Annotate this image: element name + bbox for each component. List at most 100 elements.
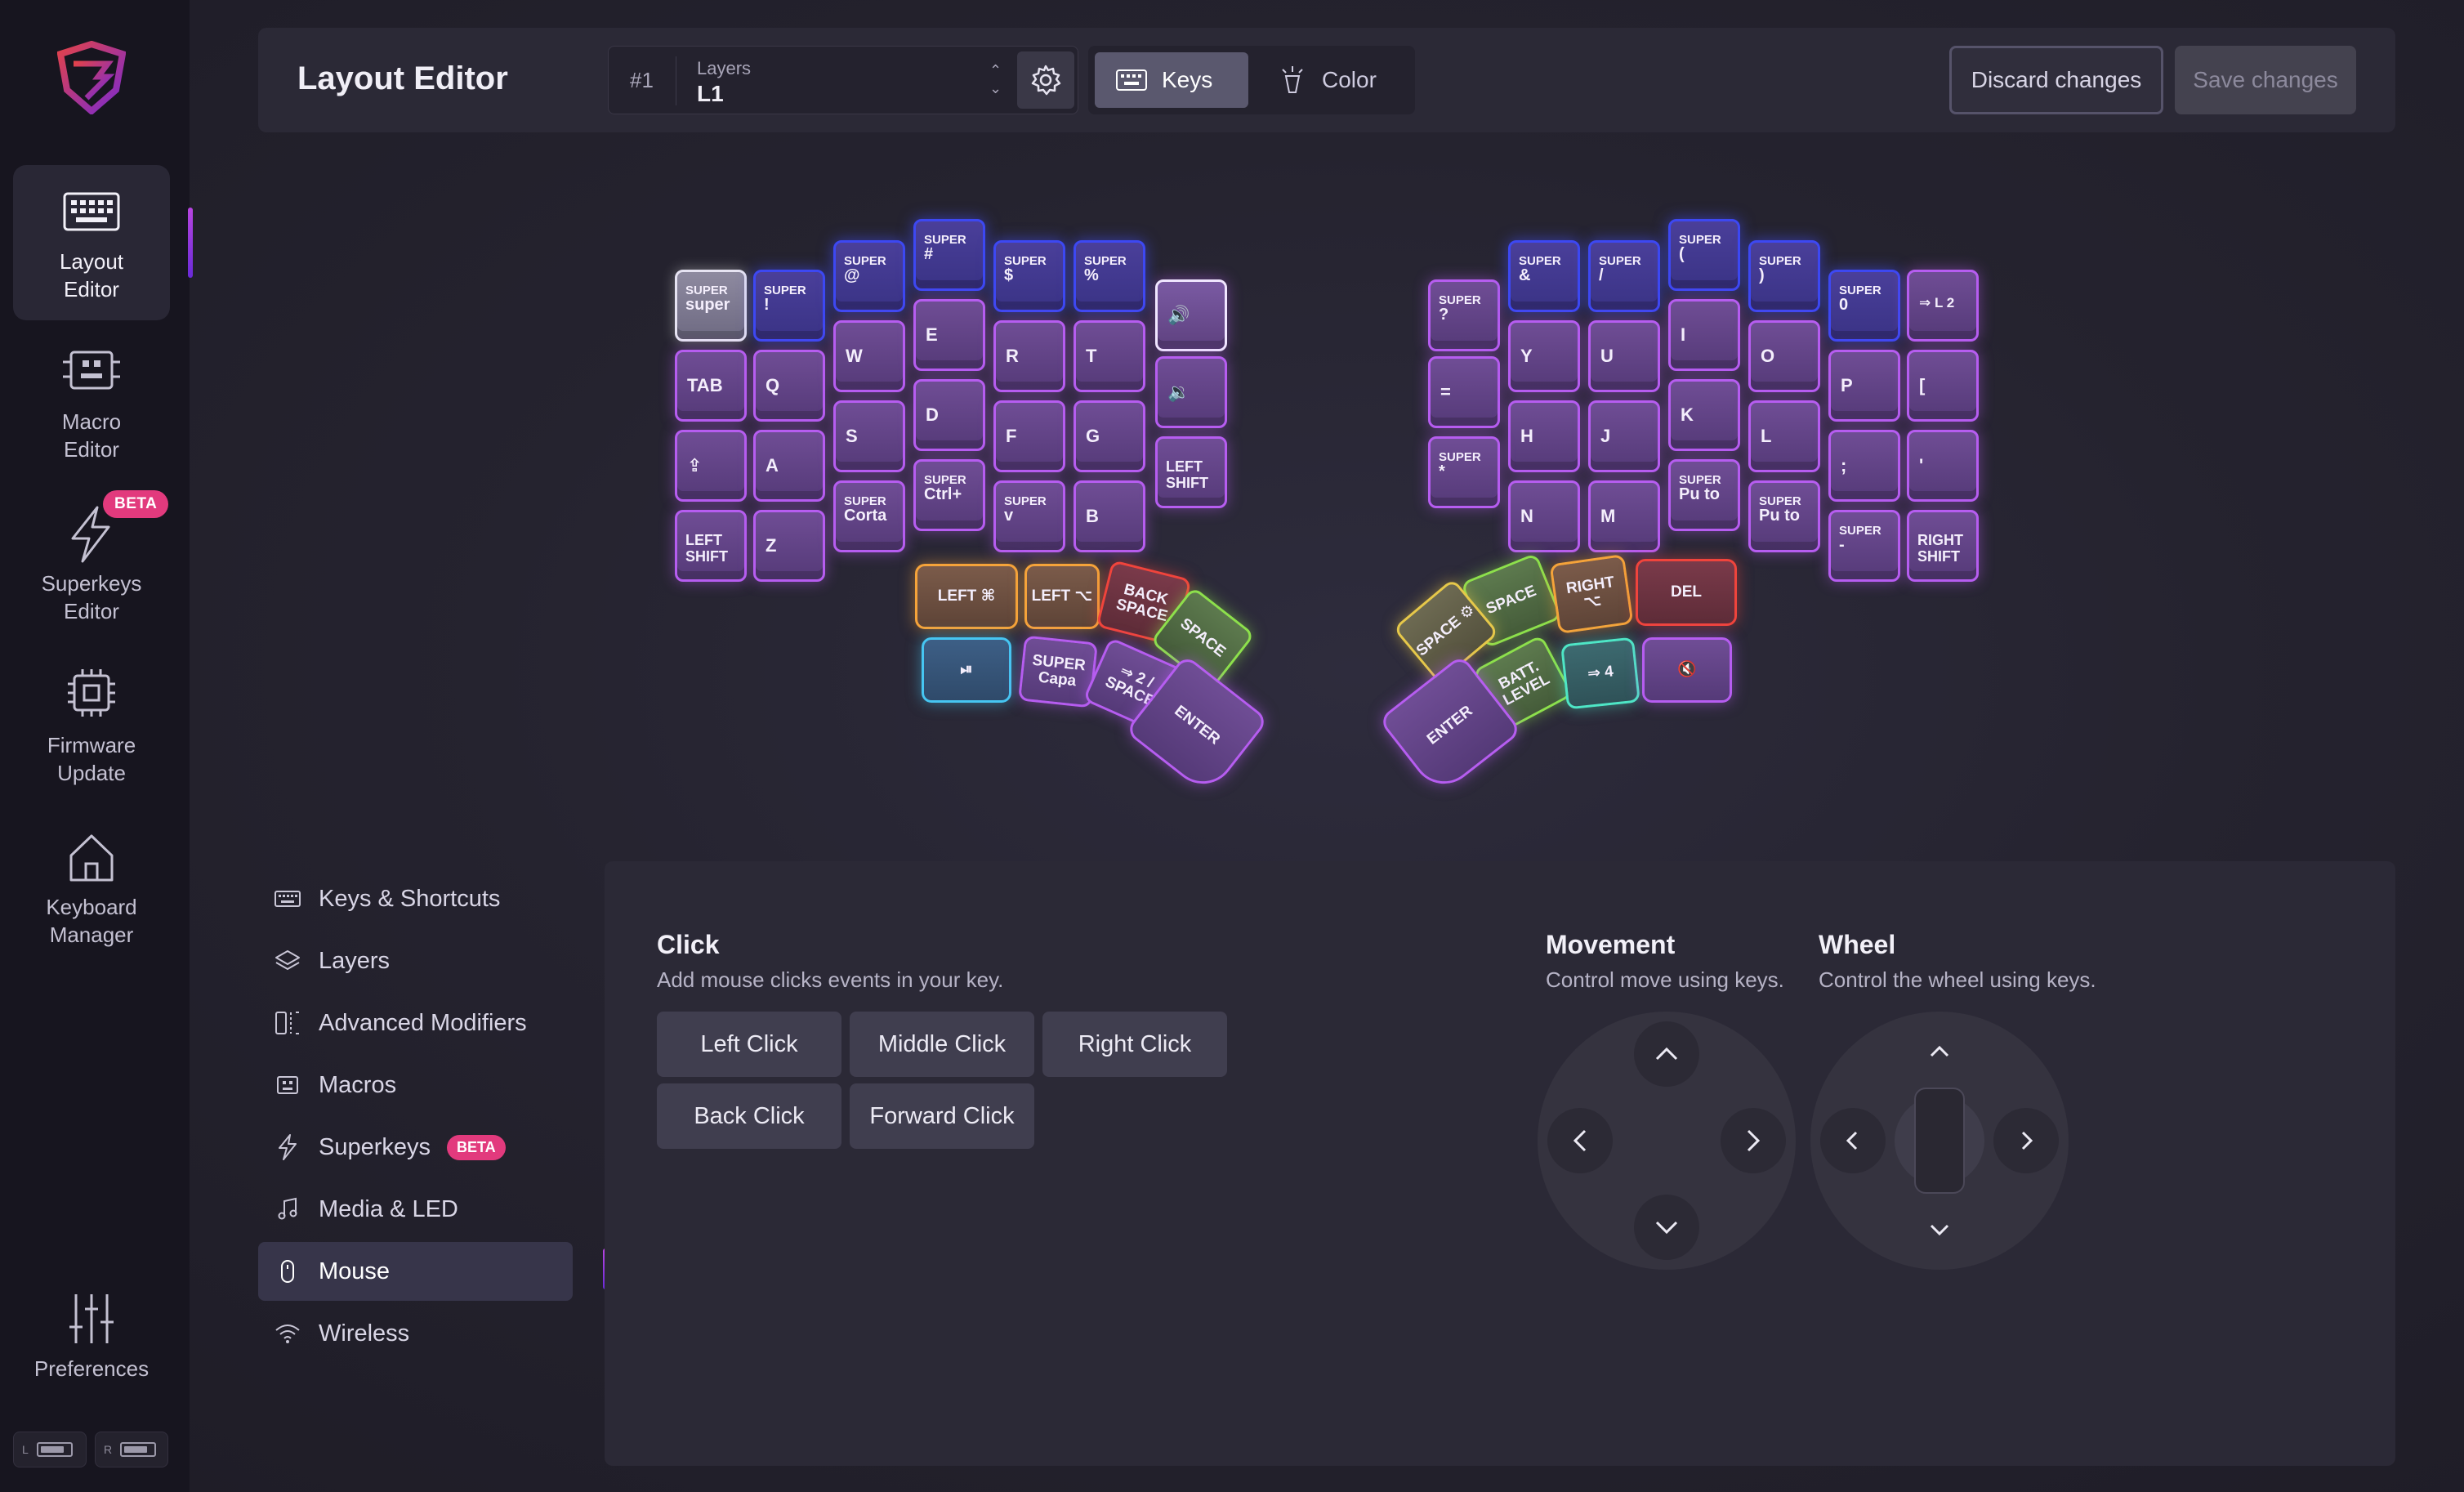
key[interactable]: J [1588,400,1660,472]
key[interactable]: K [1668,379,1740,451]
key[interactable]: P [1828,350,1900,422]
key-label: LEFT [685,532,722,548]
key[interactable]: B [1074,480,1145,552]
key[interactable]: = [1428,356,1500,428]
key[interactable]: ⇒ L 2 [1907,270,1979,342]
key[interactable]: D [913,379,985,451]
key[interactable]: SUPER * [1428,436,1500,508]
key[interactable]: SUPER Pu to [1668,459,1740,531]
middle-click-button[interactable]: Middle Click [850,1012,1034,1077]
key[interactable]: RIGHT SHIFT [1907,510,1979,582]
wheel-down-button[interactable] [1907,1195,1972,1260]
thumb-key[interactable]: ⏯ [922,637,1011,703]
key[interactable]: SUPER @ [833,240,905,312]
chevron-down-icon [1655,1221,1678,1235]
key[interactable]: I [1668,299,1740,371]
key[interactable]: ' [1907,430,1979,502]
key[interactable]: LEFT SHIFT [675,510,747,582]
left-click-button[interactable]: Left Click [657,1012,841,1077]
key[interactable]: SUPER) [1748,240,1820,312]
wheel-up-button[interactable] [1907,1021,1972,1087]
key[interactable]: U [1588,320,1660,392]
key[interactable]: SUPER? [1428,279,1500,351]
right-click-button[interactable]: Right Click [1042,1012,1227,1077]
category-superkeys[interactable]: Superkeys BETA [258,1118,573,1177]
key[interactable]: Q [753,350,825,422]
key[interactable]: SUPER - [1828,510,1900,582]
nav-layout-editor[interactable]: Layout Editor [13,165,170,320]
mode-color-button[interactable]: Color [1257,52,1408,108]
home-icon [69,834,114,882]
key[interactable]: SUPER super [675,270,747,342]
layer-settings-button[interactable] [1017,51,1074,109]
key[interactable]: LEFT SHIFT [1155,436,1227,508]
key[interactable]: A [753,430,825,502]
key[interactable]: T [1074,320,1145,392]
key[interactable]: SUPER / [1588,240,1660,312]
back-click-button[interactable]: Back Click [657,1083,841,1149]
thumb-key[interactable]: LEFT ⌥ [1024,564,1100,629]
key[interactable]: R [993,320,1065,392]
key[interactable]: SUPER Ctrl+ [913,459,985,531]
category-wireless[interactable]: Wireless [258,1304,573,1363]
mode-keys-button[interactable]: Keys [1095,52,1248,108]
key[interactable]: SUPER # [913,219,985,291]
key[interactable]: S [833,400,905,472]
key[interactable]: N [1508,480,1580,552]
thumb-key[interactable]: RIGHT ⌥ [1549,554,1634,634]
key[interactable]: L [1748,400,1820,472]
key[interactable]: TAB [675,350,747,422]
key[interactable]: ; [1828,430,1900,502]
key[interactable]: SUPER! [753,270,825,342]
move-up-button[interactable] [1634,1021,1699,1087]
key[interactable]: SUPER v [993,480,1065,552]
key[interactable]: SUPER% [1074,240,1145,312]
layer-selector[interactable]: #1 Layers L1 ⌃ ⌄ [608,46,1078,114]
discard-changes-button[interactable]: Discard changes [1949,46,2163,114]
key[interactable]: SUPER Pu to [1748,480,1820,552]
key[interactable]: F [993,400,1065,472]
nav-firmware-update[interactable]: Firmware Update [13,649,170,804]
move-right-button[interactable] [1721,1108,1786,1173]
wheel-left-button[interactable] [1820,1108,1886,1173]
bolt-icon [279,1134,297,1160]
key[interactable]: O [1748,320,1820,392]
key[interactable]: 🔉 [1155,356,1227,428]
key[interactable]: SUPER( [1668,219,1740,291]
category-layers[interactable]: Layers [258,931,573,990]
key[interactable]: Y [1508,320,1580,392]
key[interactable]: SUPER Corta [833,480,905,552]
key[interactable]: E [913,299,985,371]
nav-preferences[interactable]: Preferences [13,1275,170,1397]
key[interactable]: H [1508,400,1580,472]
key[interactable]: ⇪ [675,430,747,502]
nav-macro-editor[interactable]: Macro Editor [13,325,170,480]
wheel-right-button[interactable] [1993,1108,2059,1173]
category-macros[interactable]: Macros [258,1056,573,1115]
thumb-key[interactable]: LEFT ⌘ [915,564,1018,629]
key[interactable]: M [1588,480,1660,552]
category-advanced-modifiers[interactable]: Advanced Modifiers [258,994,573,1052]
key[interactable]: SUPER & [1508,240,1580,312]
move-down-button[interactable] [1634,1195,1699,1260]
key[interactable]: SUPER $ [993,240,1065,312]
nav-keyboard-manager[interactable]: Keyboard Manager [13,811,170,966]
key[interactable]: [ [1907,350,1979,422]
key[interactable]: W [833,320,905,392]
forward-click-button[interactable]: Forward Click [850,1083,1034,1149]
move-left-button[interactable] [1547,1108,1613,1173]
key[interactable]: Z [753,510,825,582]
category-mouse[interactable]: Mouse [258,1242,573,1301]
key[interactable]: 🔊 [1155,279,1227,351]
save-changes-button[interactable]: Save changes [2175,46,2356,114]
key[interactable]: G [1074,400,1145,472]
key-main-label: v [1004,507,1014,525]
key-label: E [926,324,938,345]
category-media-led[interactable]: Media & LED [258,1180,573,1239]
category-keys-shortcuts[interactable]: Keys & Shortcuts [258,869,573,928]
thumb-key[interactable]: ⇒ 4 [1560,637,1640,710]
thumb-key[interactable]: DEL [1636,559,1737,626]
thumb-key[interactable]: 🔇 [1642,637,1732,703]
key[interactable]: SUPER 0 [1828,270,1900,342]
layer-shift-icon: ⇒ L 2 [1919,295,1955,310]
